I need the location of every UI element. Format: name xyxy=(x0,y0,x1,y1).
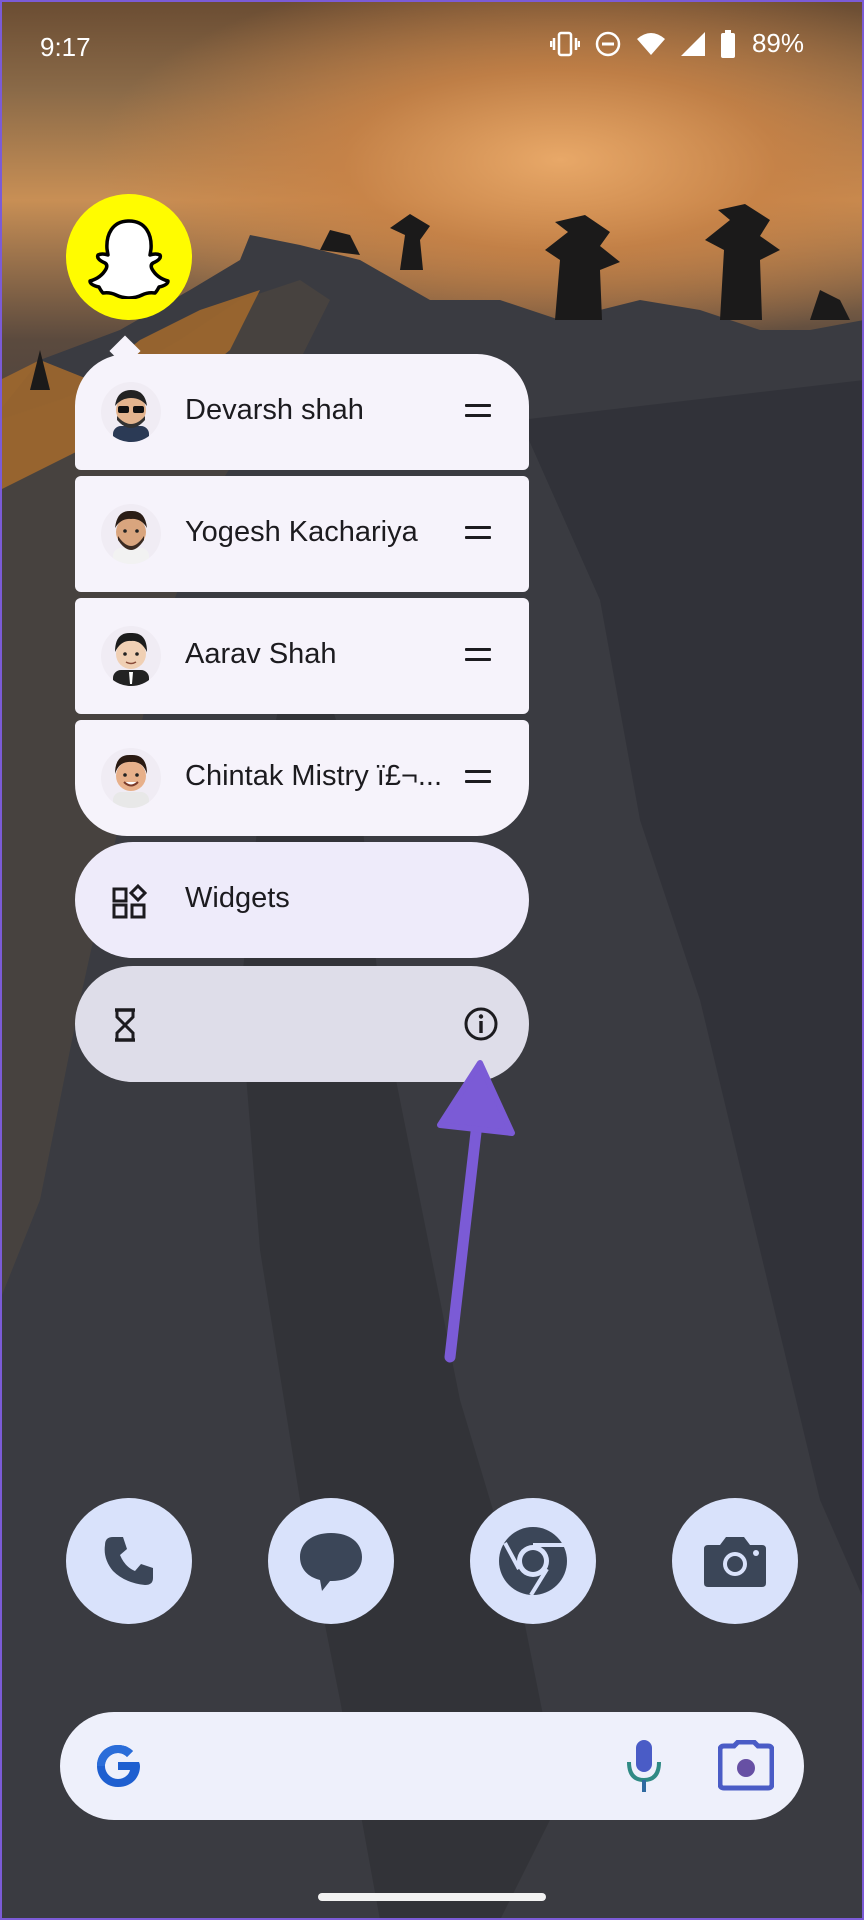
camera-icon xyxy=(704,1537,766,1587)
shortcut-item[interactable]: Devarsh shah xyxy=(75,354,529,470)
shortcut-label: Aarav Shah xyxy=(185,638,337,670)
google-search-bar[interactable] xyxy=(60,1712,804,1820)
cell-signal-icon xyxy=(680,31,705,56)
drag-handle-icon[interactable] xyxy=(465,648,491,668)
battery-icon xyxy=(720,29,735,58)
shortcut-item[interactable]: Aarav Shah xyxy=(75,598,529,714)
shortcut-label: Devarsh shah xyxy=(185,394,364,426)
battery-percentage: 89% xyxy=(751,28,804,58)
widgets-icon xyxy=(112,884,147,919)
gesture-nav-handle[interactable] xyxy=(318,1893,546,1901)
google-lens-icon[interactable] xyxy=(718,1740,774,1792)
avatar xyxy=(101,382,161,442)
microphone-icon[interactable] xyxy=(624,1738,664,1794)
avatar xyxy=(101,748,161,808)
app-dock xyxy=(0,1498,864,1624)
snapchat-ghost-icon xyxy=(88,219,170,299)
annotation-arrow xyxy=(437,1060,515,1363)
shortcut-item[interactable]: Yogesh Kachariya xyxy=(75,476,529,592)
phone-icon xyxy=(104,1537,153,1585)
app-shortcut-menu: Devarsh shah Yogesh Kachariya Aarav Shah… xyxy=(75,354,529,1082)
camera-app[interactable] xyxy=(672,1498,798,1624)
phone-app[interactable] xyxy=(66,1498,192,1624)
status-bar: 9:17 89% xyxy=(0,26,864,70)
shortcut-label: Yogesh Kachariya xyxy=(185,516,418,548)
info-icon[interactable] xyxy=(463,1006,499,1042)
chrome-app[interactable] xyxy=(470,1498,596,1624)
hourglass-icon[interactable] xyxy=(111,1008,139,1042)
drag-handle-icon[interactable] xyxy=(465,770,491,790)
avatar xyxy=(101,504,161,564)
shortcut-item[interactable]: Chintak Mistry ï£¬... xyxy=(75,720,529,836)
widgets-label: Widgets xyxy=(185,882,290,914)
wifi-icon xyxy=(636,32,665,55)
status-icons: 89% xyxy=(549,28,804,59)
vibrate-icon xyxy=(549,31,580,56)
drag-handle-icon[interactable] xyxy=(465,526,491,546)
google-g-icon[interactable] xyxy=(92,1740,144,1792)
do-not-disturb-icon xyxy=(595,31,621,56)
shortcut-label: Chintak Mistry ï£¬... xyxy=(185,760,443,792)
status-time: 9:17 xyxy=(40,32,91,62)
messages-app[interactable] xyxy=(268,1498,394,1624)
chrome-icon xyxy=(499,1527,567,1597)
drag-handle-icon[interactable] xyxy=(465,404,491,424)
messages-icon xyxy=(300,1533,362,1591)
avatar xyxy=(101,626,161,686)
widgets-button[interactable]: Widgets xyxy=(75,842,529,958)
snapchat-app-icon[interactable] xyxy=(66,194,192,320)
